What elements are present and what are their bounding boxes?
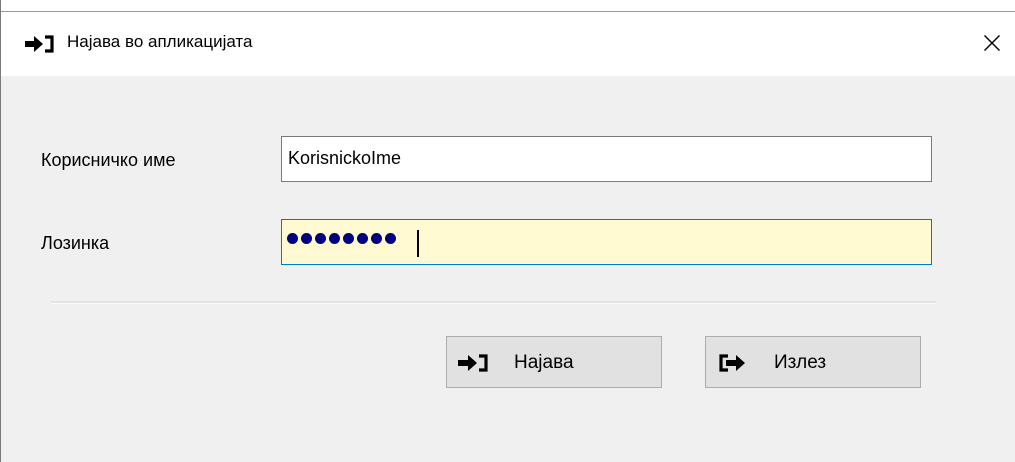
username-value: KorisnickoIme [288,148,402,168]
password-mask [287,233,396,244]
login-button[interactable]: Најава [446,336,662,388]
sign-in-icon [457,353,491,378]
password-dot [301,233,312,244]
title-bar[interactable]: Најава во апликацијата [1,12,1015,76]
username-field[interactable]: KorisnickoIme [281,136,932,182]
exit-button-label: Излез [774,352,827,373]
background-text-fragment: ˙ ˙ ˙ ˙ ˙ ˙ ˙ [446,0,523,8]
password-label: Лозинка [41,233,110,253]
password-dot [329,233,340,244]
exit-button[interactable]: Излез [705,336,921,388]
password-dot [287,233,298,244]
password-field[interactable] [281,219,932,265]
password-dot [371,233,382,244]
sign-out-icon [716,353,750,378]
login-dialog: ˙ ˙ ˙ ˙ ˙ ˙ ˙ ˙ ˙ ˙ ˙ ˙ ˙ Најава во апли… [0,0,1015,462]
background-text-fragment: ˙ ˙ ˙ ˙ ˙ ˙ [191,0,256,8]
window-title: Најава во апликацијата [67,32,253,51]
password-dot [343,233,354,244]
separator [51,301,936,304]
sign-in-icon [23,34,57,54]
close-button[interactable] [969,20,1015,66]
password-dot [315,233,326,244]
login-button-label: Најава [514,352,574,373]
close-icon [984,35,1000,51]
password-dot [357,233,368,244]
password-dot [385,233,396,244]
text-caret [417,230,419,257]
username-label: Корисничко име [41,150,176,170]
